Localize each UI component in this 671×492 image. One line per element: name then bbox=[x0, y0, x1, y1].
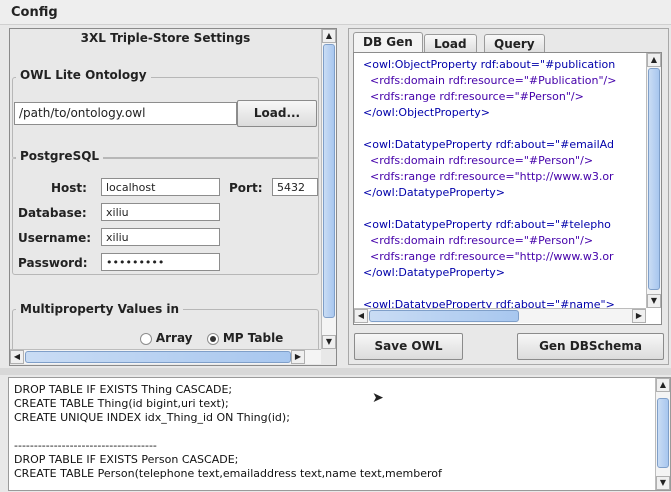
array-radio-label: Array bbox=[155, 331, 193, 345]
xml-line: <rdfs:range rdf:resource="#Person"/> bbox=[363, 90, 584, 103]
tab-load[interactable]: Load bbox=[424, 34, 477, 53]
settings-title: 3XL Triple-Store Settings bbox=[80, 31, 251, 45]
xml-scroll-left-icon[interactable]: ◀ bbox=[354, 309, 368, 323]
sql-line: CREATE UNIQUE INDEX idx_Thing_id ON Thin… bbox=[14, 411, 290, 424]
tab-db-gen[interactable]: DB Gen bbox=[353, 32, 423, 53]
ontology-path-input[interactable]: /path/to/ontology.owl bbox=[14, 102, 237, 125]
xml-line: <owl:ObjectProperty rdf:about="#publicat… bbox=[363, 58, 616, 71]
array-radio[interactable]: Array bbox=[140, 331, 193, 345]
settings-viewport: 3XL Triple-Store Settings OWL Lite Ontol… bbox=[10, 29, 321, 349]
settings-scroll-thumb[interactable] bbox=[323, 44, 335, 318]
sql-vertical-scrollbar[interactable]: ▲ ▼ bbox=[655, 378, 670, 490]
port-input[interactable]: 5432 bbox=[272, 178, 318, 196]
sql-output-panel: DROP TABLE IF EXISTS Thing CASCADE; CREAT… bbox=[8, 377, 671, 491]
port-label: Port: bbox=[229, 181, 263, 195]
xml-line: </owl:ObjectProperty> bbox=[363, 106, 490, 119]
xml-scroll-down-icon[interactable]: ▼ bbox=[647, 294, 661, 308]
sql-line: CREATE TABLE Person(telephone text,email… bbox=[14, 467, 442, 480]
password-input[interactable]: ••••••••• bbox=[101, 253, 220, 271]
xml-scroll-right-icon[interactable]: ▶ bbox=[632, 309, 646, 323]
scroll-right-arrow-icon[interactable]: ▶ bbox=[291, 350, 305, 364]
xml-line: </owl:DatatypeProperty> bbox=[363, 266, 506, 279]
scroll-down-arrow-icon[interactable]: ▼ bbox=[322, 335, 336, 349]
xml-scroll-up-icon[interactable]: ▲ bbox=[647, 53, 661, 67]
xml-line: <owl:DatatypeProperty rdf:about="#emailA… bbox=[363, 138, 614, 151]
array-radio-circle[interactable] bbox=[140, 332, 152, 345]
xml-line: <rdfs:range rdf:resource="http://www.w3.… bbox=[363, 250, 614, 263]
xml-line: <rdfs:range rdf:resource="http://www.w3.… bbox=[363, 170, 614, 183]
load-ontology-button[interactable]: Load... bbox=[237, 100, 317, 127]
sql-line bbox=[14, 425, 442, 439]
xml-horizontal-thumb[interactable] bbox=[369, 310, 519, 322]
sql-line: ------------------------------------ bbox=[14, 439, 157, 452]
settings-horizontal-thumb[interactable] bbox=[25, 351, 291, 363]
split-divider[interactable] bbox=[0, 368, 671, 375]
xml-line bbox=[363, 121, 616, 137]
xml-horizontal-scrollbar[interactable]: ◀ ▶ bbox=[354, 308, 646, 323]
tab-query[interactable]: Query bbox=[484, 34, 545, 53]
scroll-up-arrow-icon[interactable]: ▲ bbox=[322, 29, 336, 43]
host-input[interactable]: localhost bbox=[101, 178, 220, 196]
xml-vertical-scrollbar[interactable]: ▲ ▼ bbox=[646, 53, 661, 308]
multiproperty-section-label: Multiproperty Values in bbox=[16, 302, 184, 316]
xml-line: <owl:DatatypeProperty rdf:about="#teleph… bbox=[363, 218, 611, 231]
database-label: Database: bbox=[18, 206, 87, 220]
save-owl-button[interactable]: Save OWL bbox=[354, 333, 463, 360]
config-menu[interactable]: Config bbox=[11, 5, 58, 20]
mp-table-radio-label: MP Table bbox=[222, 331, 284, 345]
xml-vertical-thumb[interactable] bbox=[648, 68, 660, 290]
username-label: Username: bbox=[18, 231, 92, 245]
xml-line bbox=[363, 281, 616, 297]
sql-vertical-thumb[interactable] bbox=[657, 398, 669, 468]
sql-scroll-up-icon[interactable]: ▲ bbox=[656, 378, 670, 392]
gen-dbschema-button[interactable]: Gen DBSchema bbox=[517, 333, 664, 360]
xml-line: <rdfs:domain rdf:resource="#Person"/> bbox=[363, 234, 594, 247]
xml-text-area[interactable]: <owl:ObjectProperty rdf:about="#publicat… bbox=[363, 57, 616, 313]
sql-scroll-down-icon[interactable]: ▼ bbox=[656, 476, 670, 490]
menu-bar: Config bbox=[0, 0, 671, 25]
database-input[interactable]: xiliu bbox=[101, 203, 220, 221]
settings-panel: 3XL Triple-Store Settings OWL Lite Ontol… bbox=[9, 28, 337, 366]
ontology-section-label: OWL Lite Ontology bbox=[16, 68, 151, 82]
host-label: Host: bbox=[51, 181, 87, 195]
username-input[interactable]: xiliu bbox=[101, 228, 220, 246]
xml-line: <rdfs:domain rdf:resource="#Person"/> bbox=[363, 154, 594, 167]
xml-line: <rdfs:domain rdf:resource="#Publication"… bbox=[363, 74, 617, 87]
sql-line: DROP TABLE IF EXISTS Person CASCADE; bbox=[14, 453, 239, 466]
mp-table-radio-circle[interactable] bbox=[207, 332, 219, 345]
settings-horizontal-scrollbar[interactable]: ◀ ▶ bbox=[10, 349, 321, 364]
xml-line: </owl:DatatypeProperty> bbox=[363, 186, 506, 199]
settings-vertical-scrollbar[interactable]: ▲ ▼ bbox=[321, 29, 336, 349]
mp-table-radio[interactable]: MP Table bbox=[207, 331, 283, 345]
xml-viewer: <owl:ObjectProperty rdf:about="#publicat… bbox=[353, 52, 662, 325]
mouse-pointer-icon: ➤ bbox=[372, 390, 384, 406]
xml-line bbox=[363, 201, 616, 217]
scroll-left-arrow-icon[interactable]: ◀ bbox=[10, 350, 24, 364]
password-label: Password: bbox=[18, 256, 88, 270]
postgresql-section-label: PostgreSQL bbox=[16, 149, 104, 163]
